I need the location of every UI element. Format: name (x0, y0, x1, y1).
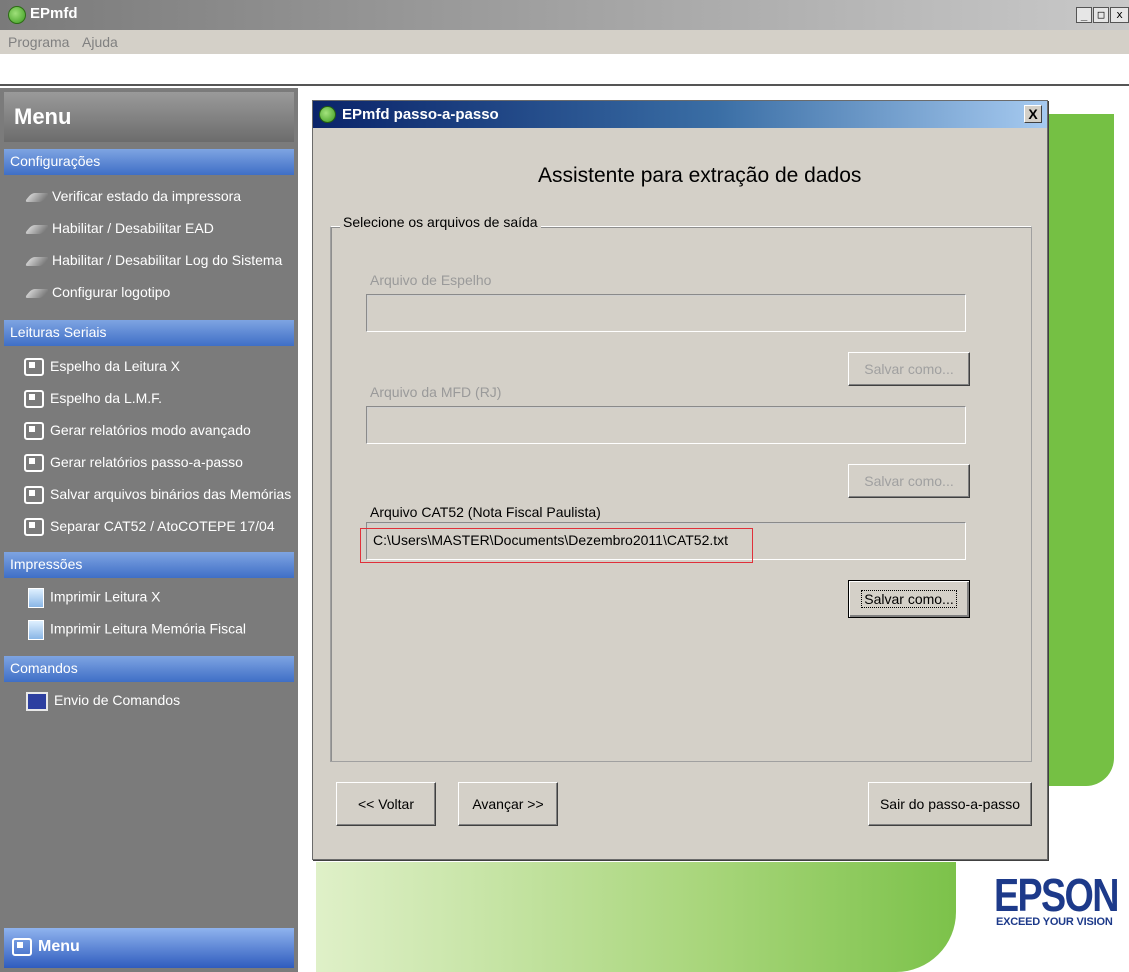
mfd-label: Arquivo da MFD (RJ) (370, 384, 502, 400)
mfd-save-as-button[interactable]: Salvar como... (848, 464, 970, 498)
cat52-save-as-button[interactable]: Salvar como... (848, 580, 970, 618)
bottom-menu-button[interactable]: Menu (4, 928, 294, 968)
menu-ajuda[interactable]: Ajuda (82, 34, 118, 50)
menu-bar (0, 30, 1129, 54)
sidebar-item-habilitar-ead[interactable]: Habilitar / Desabilitar EAD (8, 220, 296, 242)
wizard-heading: Assistente para extração de dados (538, 164, 862, 187)
sidebar-header: Menu (4, 92, 294, 142)
sidebar-item-habilitar-log[interactable]: Habilitar / Desabilitar Log do Sistema (8, 252, 296, 274)
chip-icon (24, 422, 44, 441)
chip-icon (24, 390, 44, 409)
monitor-icon (26, 692, 48, 711)
section-leituras-seriais[interactable]: Leituras Seriais (4, 320, 294, 346)
sidebar-item-verificar-impressora[interactable]: Verificar estado da impressora (8, 188, 296, 210)
sidebar-item-imprimir-memoria-fiscal[interactable]: Imprimir Leitura Memória Fiscal (8, 620, 296, 642)
exit-wizard-button[interactable]: Sair do passo-a-passo (868, 782, 1032, 826)
chip-icon (24, 358, 44, 377)
cat52-label: Arquivo CAT52 (Nota Fiscal Paulista) (370, 504, 601, 520)
group-label: Selecione os arquivos de saída (340, 214, 541, 230)
back-button[interactable]: << Voltar (336, 782, 436, 826)
close-window-button[interactable]: x (1110, 7, 1129, 23)
document-icon (28, 588, 44, 608)
highlight-box (360, 528, 753, 563)
chip-icon (24, 454, 44, 473)
section-impressoes[interactable]: Impressões (4, 552, 294, 578)
next-button[interactable]: Avançar >> (458, 782, 558, 826)
sidebar-item-espelho-lmf[interactable]: Espelho da L.M.F. (8, 390, 296, 412)
sidebar-item-relatorios-avancado[interactable]: Gerar relatórios modo avançado (8, 422, 296, 444)
pencil-icon (24, 256, 50, 266)
dialog-close-button[interactable]: X (1024, 105, 1042, 123)
chip-icon (24, 518, 44, 537)
sidebar-item-espelho-leitura-x[interactable]: Espelho da Leitura X (8, 358, 296, 380)
sidebar-item-imprimir-leitura-x[interactable]: Imprimir Leitura X (8, 588, 296, 610)
epson-tagline: EXCEED YOUR VISION (996, 916, 1113, 928)
background-green-wave (316, 862, 956, 972)
window-title-bar (0, 0, 1129, 30)
pencil-icon (24, 192, 50, 202)
mfd-path-field[interactable] (366, 406, 966, 444)
minimize-button[interactable]: _ (1076, 7, 1092, 23)
sidebar-item-configurar-logotipo[interactable]: Configurar logotipo (8, 284, 296, 306)
sidebar-item-envio-comandos[interactable]: Envio de Comandos (8, 692, 296, 714)
chip-icon (24, 486, 44, 505)
section-comandos[interactable]: Comandos (4, 656, 294, 682)
espelho-label: Arquivo de Espelho (370, 272, 492, 288)
app-icon (8, 6, 26, 24)
dialog-app-icon (319, 106, 336, 123)
section-configuracoes[interactable]: Configurações (4, 149, 294, 175)
sidebar-item-relatorios-passo[interactable]: Gerar relatórios passo-a-passo (8, 454, 296, 476)
pencil-icon (24, 224, 50, 234)
dialog-title: EPmfd passo-a-passo (342, 106, 499, 123)
menu-programa[interactable]: Programa (8, 34, 69, 50)
maximize-button[interactable]: □ (1093, 7, 1109, 23)
sidebar-item-salvar-binarios[interactable]: Salvar arquivos binários das Memórias (8, 486, 296, 508)
divider (0, 84, 1129, 86)
document-icon (28, 620, 44, 640)
espelho-save-as-button[interactable]: Salvar como... (848, 352, 970, 386)
epson-logo: EPSON (994, 869, 1119, 921)
pencil-icon (24, 288, 50, 298)
window-title: EPmfd (30, 5, 78, 22)
chip-icon (12, 938, 32, 956)
espelho-path-field[interactable] (366, 294, 966, 332)
sidebar-item-separar-cat52[interactable]: Separar CAT52 / AtoCOTEPE 17/04 (8, 518, 296, 540)
